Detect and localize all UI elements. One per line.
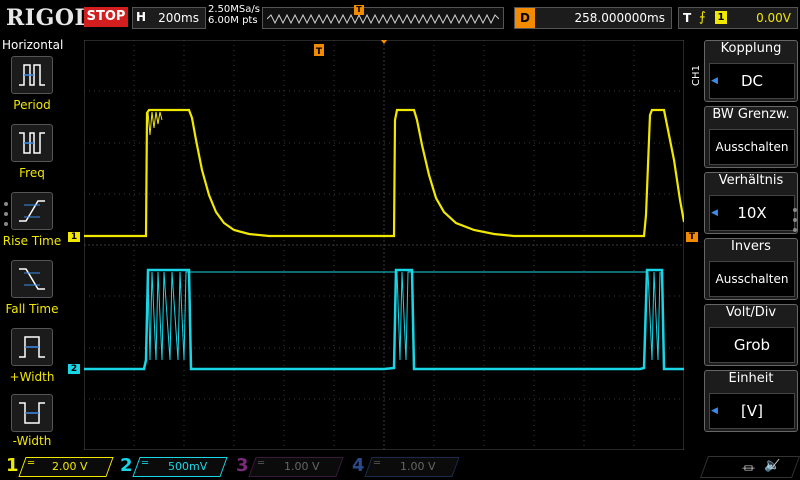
ch2-offset-marker[interactable]: 2 bbox=[68, 364, 80, 374]
delay-label: D bbox=[515, 8, 535, 28]
ch2-number: 2 bbox=[120, 455, 133, 476]
invert-value: Ausschalten bbox=[709, 261, 795, 297]
ch1-number: 1 bbox=[6, 455, 19, 476]
period-icon bbox=[19, 64, 45, 86]
bandwidth-limit-header: BW Grenzw. bbox=[712, 107, 790, 122]
unit-menu-item[interactable]: Einheit [V] ◀ bbox=[704, 370, 798, 432]
scroll-dot bbox=[4, 222, 8, 226]
coupling-menu-item[interactable]: Kopplung DC ◀ bbox=[704, 40, 798, 102]
ch3-number: 3 bbox=[236, 455, 249, 476]
fall-time-button[interactable] bbox=[11, 260, 53, 298]
positive-width-label: +Width bbox=[9, 370, 55, 384]
delay-box[interactable]: D 258.000000ms bbox=[514, 7, 672, 29]
positive-width-icon bbox=[19, 336, 45, 358]
negative-width-button[interactable] bbox=[11, 394, 53, 432]
status-bar: RIGOL STOP H 200ms 2.50MSa/s 6.00M pts T… bbox=[0, 0, 800, 36]
rise-time-button[interactable] bbox=[11, 192, 53, 230]
unit-header: Einheit bbox=[728, 371, 774, 386]
ch1-indicator[interactable]: 1 ═ 2.00 V bbox=[6, 455, 116, 477]
freq-button[interactable] bbox=[11, 124, 53, 162]
fall-time-label: Fall Time bbox=[5, 302, 59, 316]
brand-logo: RIGOL bbox=[6, 5, 91, 31]
frequency-icon bbox=[19, 132, 45, 154]
dc-coupling-icon: ═ bbox=[258, 458, 265, 469]
period-button[interactable] bbox=[11, 56, 53, 94]
speaker-mute-icon[interactable]: 🔈̸ bbox=[764, 458, 780, 473]
sidebar-title: Horizontal bbox=[2, 38, 64, 52]
period-label: Period bbox=[13, 98, 51, 112]
bandwidth-limit-value: Ausschalten bbox=[709, 129, 795, 165]
volt-div-value: Grob bbox=[709, 327, 795, 363]
volt-div-menu-item[interactable]: Volt/Div Grob bbox=[704, 304, 798, 366]
probe-ratio-header: Verhältnis bbox=[718, 173, 784, 188]
scroll-dot bbox=[4, 202, 8, 206]
invert-menu-item[interactable]: Invers Ausschalten bbox=[704, 238, 798, 300]
rise-time-label: Rise Time bbox=[2, 234, 62, 248]
menu-arrow-icon: ◀ bbox=[711, 76, 718, 86]
dc-coupling-icon: ═ bbox=[142, 458, 149, 469]
negative-width-label: -Width bbox=[12, 434, 52, 448]
coupling-header: Kopplung bbox=[720, 41, 782, 56]
measure-sidebar: Horizontal Period Freq Rise Time Fall Ti… bbox=[0, 36, 64, 452]
unit-value: [V] bbox=[709, 393, 795, 429]
positive-width-button[interactable] bbox=[11, 328, 53, 366]
volt-div-header: Volt/Div bbox=[725, 305, 777, 320]
scroll-dot bbox=[4, 212, 8, 216]
rise-time-icon bbox=[19, 200, 45, 222]
trigger-time-marker-label: T bbox=[316, 47, 323, 57]
channel-menu: Kopplung DC ◀ BW Grenzw. Ausschalten Ver… bbox=[700, 40, 800, 452]
run-stop-indicator[interactable]: STOP bbox=[84, 7, 128, 27]
scroll-dot bbox=[793, 208, 797, 212]
invert-header: Invers bbox=[731, 239, 771, 254]
probe-ratio-menu-item[interactable]: Verhältnis 10X ◀ bbox=[704, 172, 798, 234]
acquisition-info: 2.50MSa/s 6.00M pts bbox=[208, 4, 260, 26]
probe-ratio-value: 10X bbox=[709, 195, 795, 231]
freq-label: Freq bbox=[19, 166, 45, 180]
bandwidth-limit-menu-item[interactable]: BW Grenzw. Ausschalten bbox=[704, 106, 798, 168]
delay-value: 258.000000ms bbox=[574, 11, 665, 25]
ch4-number: 4 bbox=[352, 455, 365, 476]
ch2-scale: 500mV bbox=[168, 460, 208, 473]
memory-window[interactable]: T bbox=[262, 5, 504, 29]
channel-bar: 1 ═ 2.00 V 2 ═ 500mV 3 ═ 1.00 V 4 ═ 1.00… bbox=[0, 452, 800, 480]
coupling-value: DC bbox=[709, 63, 795, 99]
rising-edge-icon: ⨍ bbox=[699, 10, 706, 25]
trigger-position-marker: T bbox=[354, 5, 364, 15]
dc-coupling-icon: ═ bbox=[28, 458, 35, 469]
menu-arrow-icon: ◀ bbox=[711, 208, 718, 218]
timebase-label: H bbox=[136, 10, 147, 24]
scroll-dot bbox=[793, 228, 797, 232]
trigger-level-marker[interactable]: T bbox=[686, 232, 698, 242]
waveform-display[interactable]: T bbox=[84, 40, 684, 450]
sample-rate: 2.50MSa/s bbox=[208, 4, 260, 15]
fall-time-icon bbox=[19, 268, 45, 290]
scroll-dot bbox=[793, 218, 797, 222]
usb-icon: ⏛ bbox=[742, 462, 756, 477]
memory-depth: 6.00M pts bbox=[208, 15, 258, 26]
timebase-value: 200ms bbox=[158, 11, 199, 25]
menu-arrow-icon: ◀ bbox=[711, 406, 718, 416]
ch1-scale: 2.00 V bbox=[52, 460, 88, 473]
timebase-box[interactable]: H 200ms bbox=[132, 7, 206, 29]
dc-coupling-icon: ═ bbox=[374, 458, 381, 469]
waveform-overview-icon bbox=[267, 14, 499, 24]
trigger-label: T bbox=[683, 11, 692, 25]
ch4-indicator[interactable]: 4 ═ 1.00 V bbox=[352, 455, 462, 477]
trigger-level: 0.00V bbox=[756, 11, 791, 25]
ch3-indicator[interactable]: 3 ═ 1.00 V bbox=[236, 455, 346, 477]
trigger-source: 1 bbox=[715, 11, 727, 24]
ch2-indicator[interactable]: 2 ═ 500mV bbox=[120, 455, 230, 477]
ch1-offset-marker[interactable]: 1 bbox=[68, 232, 80, 242]
negative-width-icon bbox=[19, 402, 45, 424]
trigger-box[interactable]: T ⨍ 1 0.00V bbox=[678, 7, 798, 29]
ch4-scale: 1.00 V bbox=[400, 460, 436, 473]
ch3-scale: 1.00 V bbox=[284, 460, 320, 473]
